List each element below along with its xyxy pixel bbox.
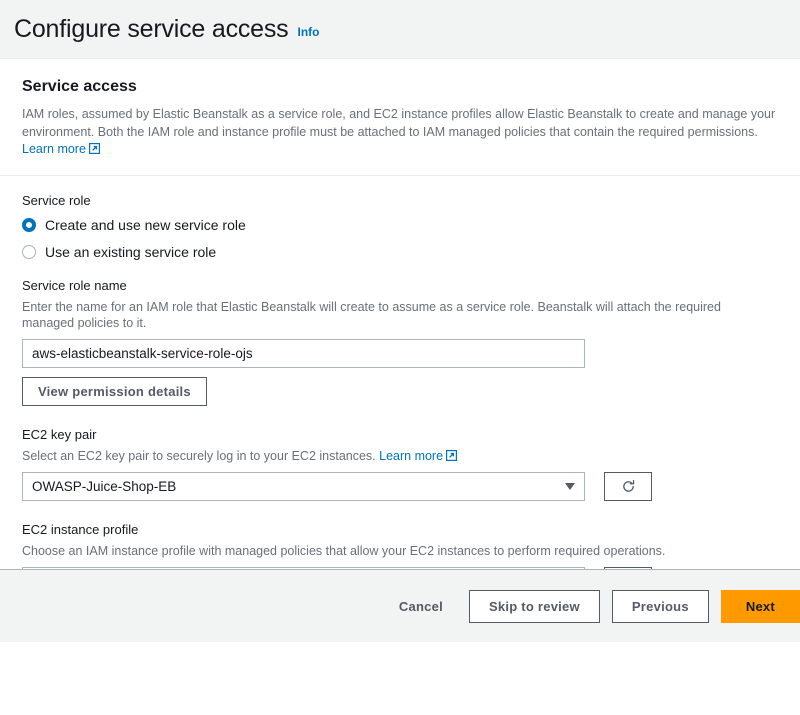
skip-to-review-button[interactable]: Skip to review xyxy=(468,589,600,623)
service-access-card: Service access IAM roles, assumed by Ela… xyxy=(0,58,800,642)
external-link-icon xyxy=(88,143,100,154)
ec2-instance-profile-description: Choose an IAM instance profile with mana… xyxy=(22,543,666,558)
next-button[interactable]: Next xyxy=(720,589,800,623)
refresh-icon xyxy=(621,479,636,494)
ec2-key-pair-selected-value: OWASP-Juice-Shop-EB xyxy=(32,478,177,494)
ec2-instance-profile-label: EC2 instance profile xyxy=(22,521,139,537)
ec2-key-pair-description-text: Select an EC2 key pair to securely log i… xyxy=(22,448,380,463)
chevron-down-icon xyxy=(565,482,575,490)
radio-use-existing-service-role-label: Use an existing service role xyxy=(45,243,217,260)
cancel-button[interactable]: Cancel xyxy=(385,590,457,623)
service-role-name-group: Service role name Enter the name for an … xyxy=(22,277,778,406)
info-link[interactable]: Info xyxy=(298,25,320,39)
wizard-footer-buttons: Cancel Skip to review Previous Next xyxy=(385,589,800,623)
view-permission-details-service-role-button[interactable]: View permission details xyxy=(22,376,207,406)
page-title: Configure service access xyxy=(14,15,289,43)
section-learn-more-link[interactable]: Learn more xyxy=(22,142,86,156)
ec2-key-pair-description: Select an EC2 key pair to securely log i… xyxy=(22,448,767,464)
radio-use-existing-service-role[interactable]: Use an existing service role xyxy=(22,241,778,263)
ec2-key-pair-label: EC2 key pair xyxy=(22,426,97,442)
section-description-text: IAM roles, assumed by Elastic Beanstalk … xyxy=(22,107,776,139)
ec2-key-pair-group: EC2 key pair Select an EC2 key pair to s… xyxy=(22,426,778,501)
ec2-key-pair-select[interactable]: OWASP-Juice-Shop-EB xyxy=(22,471,585,501)
service-role-name-description: Enter the name for an IAM role that Elas… xyxy=(22,299,721,330)
previous-button[interactable]: Previous xyxy=(611,589,709,623)
radio-create-new-service-role[interactable]: Create and use new service role xyxy=(22,214,778,236)
section-header: Service access IAM roles, assumed by Ela… xyxy=(0,59,800,176)
section-description: IAM roles, assumed by Elastic Beanstalk … xyxy=(22,106,778,159)
service-role-label: Service role xyxy=(22,192,91,208)
service-role-name-input[interactable] xyxy=(22,338,585,368)
ec2-key-pair-learn-more-link[interactable]: Learn more xyxy=(379,449,443,463)
page-header: Configure service access Info xyxy=(0,0,800,58)
service-role-group: Service role Create and use new service … xyxy=(22,192,778,263)
radio-create-new-service-role-label: Create and use new service role xyxy=(45,216,246,233)
wizard-footer: Cancel Skip to review Previous Next xyxy=(0,569,800,642)
external-link-icon xyxy=(446,449,458,461)
radio-icon-selected[interactable] xyxy=(22,217,36,232)
section-title: Service access xyxy=(22,78,137,95)
service-access-form: Service role Create and use new service … xyxy=(0,176,800,634)
radio-icon-unselected[interactable] xyxy=(22,244,36,259)
ec2-key-pair-refresh-button[interactable] xyxy=(604,471,652,501)
ec2-key-pair-row: OWASP-Juice-Shop-EB xyxy=(22,471,778,501)
service-role-name-label: Service role name xyxy=(22,277,127,293)
